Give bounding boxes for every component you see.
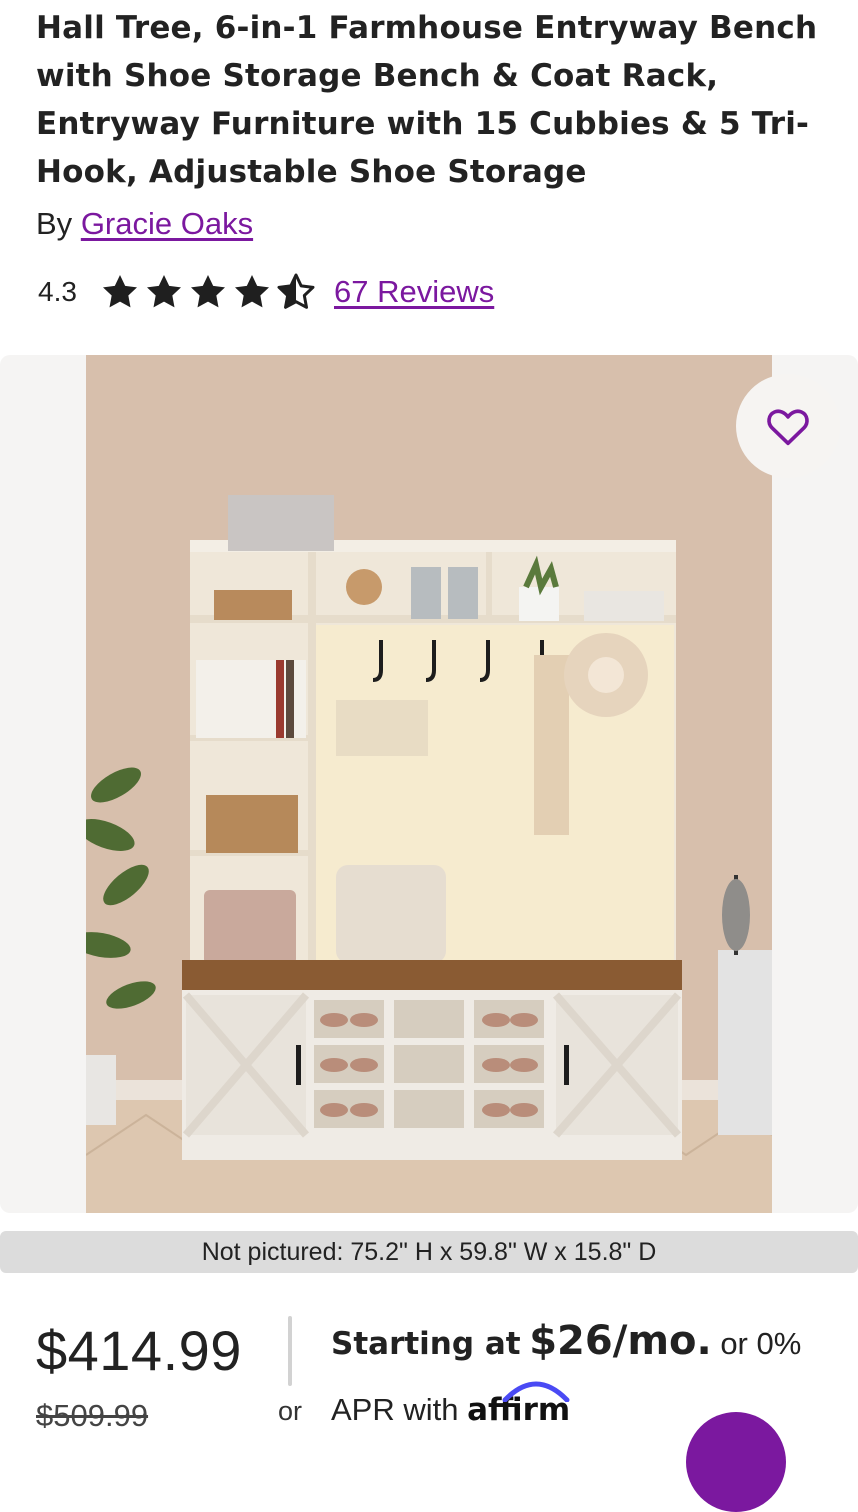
product-image-gallery[interactable] (0, 355, 858, 1213)
financing-monthly: $26/mo. (529, 1318, 712, 1364)
financing-offer[interactable]: Starting at $26/mo. or 0% (331, 1318, 801, 1364)
dimensions-bar: Not pictured: 75.2" H x 59.8" W x 15.8" … (0, 1231, 858, 1273)
financing-starting-at: Starting at (331, 1326, 521, 1362)
star-rating[interactable] (100, 272, 316, 312)
product-title: Hall Tree, 6-in-1 Farmhouse Entryway Ben… (36, 10, 818, 190)
floating-action-button[interactable] (686, 1412, 786, 1512)
or-label: or (278, 1396, 303, 1426)
star-partial-icon (277, 273, 315, 309)
star-full-icon (147, 275, 181, 308)
star-full-icon (191, 275, 225, 308)
brand-link[interactable]: Gracie Oaks (81, 206, 253, 241)
rating-value: 4.3 (38, 276, 77, 307)
by-prefix: By (36, 206, 73, 241)
original-price: $509.99 (36, 1398, 149, 1433)
affirm-logo: affirm (467, 1381, 570, 1428)
heart-outline-icon (767, 409, 809, 446)
sale-price: $414.99 (36, 1319, 242, 1382)
reviews-link[interactable]: 67 Reviews (334, 274, 494, 310)
financing-provider-line[interactable]: APR with affirm (331, 1381, 570, 1428)
rating-row: 4.3 67 Reviews (38, 268, 494, 316)
financing-or-zero: or 0% (720, 1326, 802, 1361)
product-image[interactable] (86, 355, 772, 1213)
financing-apr-with: APR with (331, 1392, 459, 1427)
byline: By Gracie Oaks (36, 206, 253, 242)
affirm-arc-icon (502, 1381, 570, 1402)
price-divider (288, 1316, 292, 1386)
star-full-icon (103, 275, 137, 308)
star-full-icon (235, 275, 269, 308)
dimensions-text: Not pictured: 75.2" H x 59.8" W x 15.8" … (201, 1237, 657, 1266)
favorite-button[interactable] (736, 374, 840, 478)
